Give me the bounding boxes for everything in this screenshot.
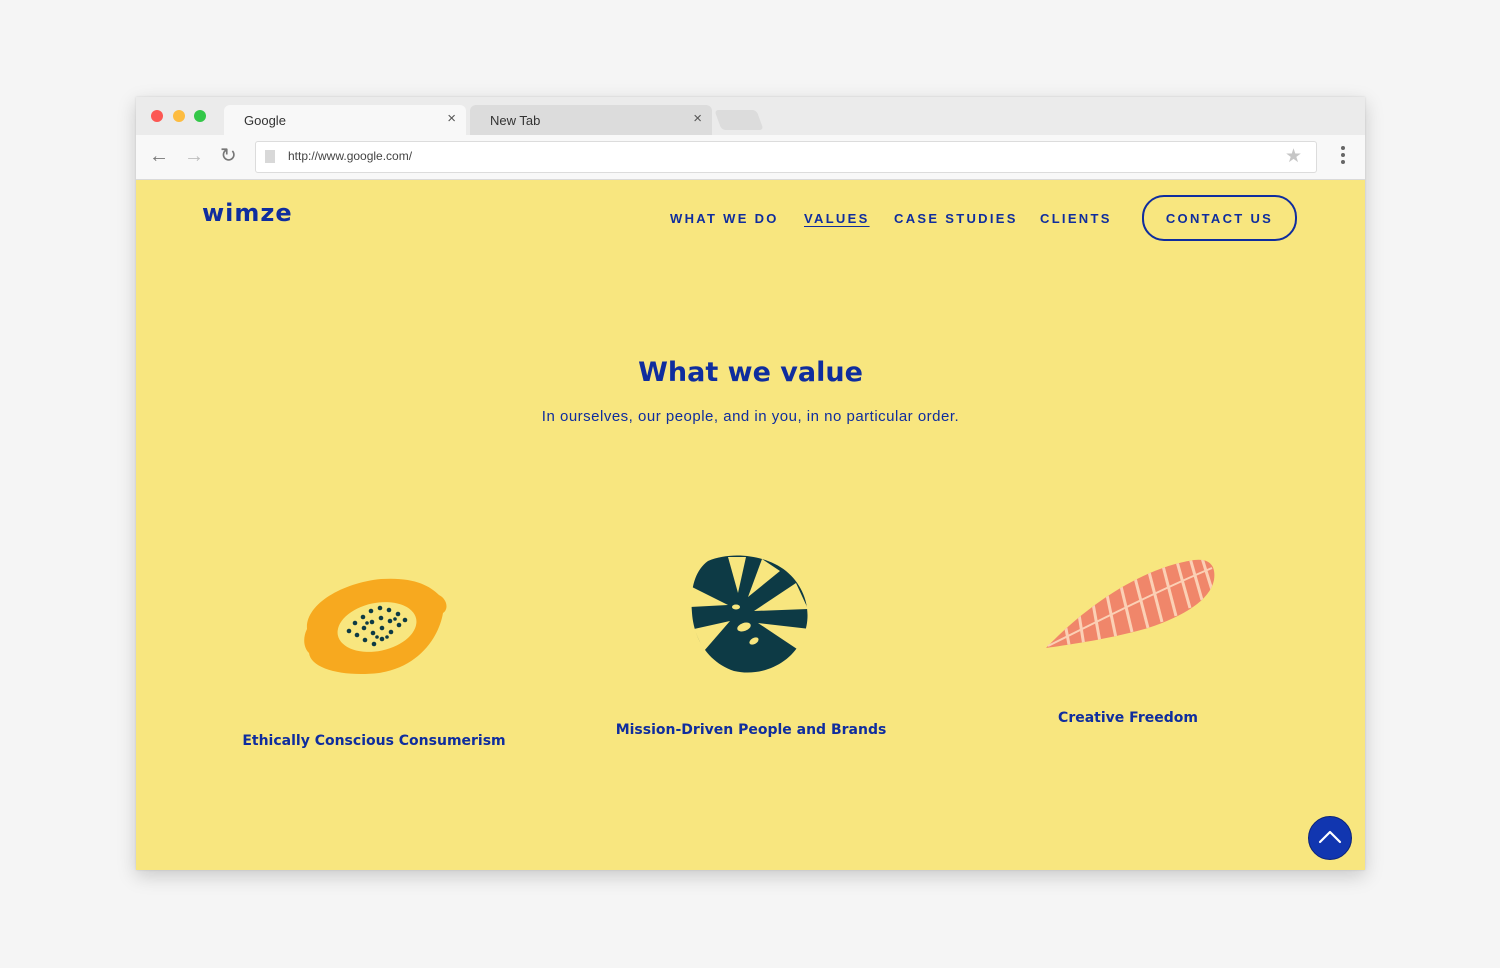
- nav-values[interactable]: VALUES: [804, 211, 870, 226]
- monstera-leaf-icon: [690, 555, 810, 673]
- tab-bar: Google × New Tab ×: [136, 97, 1365, 135]
- website-content: wimze WHAT WE DO VALUES CASE STUDIES CLI…: [136, 180, 1365, 870]
- maximize-window-button[interactable]: [194, 110, 206, 122]
- close-window-button[interactable]: [151, 110, 163, 122]
- value-card-mission-driven: [688, 553, 814, 679]
- contact-us-button[interactable]: CONTACT US: [1142, 195, 1297, 241]
- url-text[interactable]: http://www.google.com/: [288, 149, 412, 163]
- address-bar[interactable]: http://www.google.com/ ★: [255, 141, 1317, 173]
- page-icon: [265, 150, 275, 163]
- feather-leaf-icon: [1046, 559, 1215, 648]
- minimize-window-button[interactable]: [173, 110, 185, 122]
- chevron-up-icon: [1318, 830, 1342, 844]
- site-logo[interactable]: wimze: [202, 199, 293, 227]
- bookmark-star-icon[interactable]: ★: [1285, 145, 1302, 168]
- papaya-icon: [304, 578, 447, 675]
- back-arrow-icon[interactable]: ←: [149, 145, 169, 167]
- nav-case-studies[interactable]: CASE STUDIES: [894, 211, 1018, 226]
- tab-google[interactable]: Google ×: [224, 105, 466, 135]
- value-card-ethically-conscious: [301, 577, 449, 679]
- value-card-creative-freedom: [1044, 558, 1216, 650]
- close-icon[interactable]: ×: [447, 110, 456, 127]
- section-subheading: In ourselves, our people, and in you, in…: [541, 408, 960, 425]
- reload-icon[interactable]: ↻: [220, 145, 237, 167]
- kebab-menu-icon[interactable]: [1341, 146, 1345, 167]
- browser-toolbar: ← → ↻ http://www.google.com/ ★: [136, 135, 1365, 180]
- close-icon[interactable]: ×: [693, 110, 702, 127]
- section-heading: What we value: [638, 357, 863, 388]
- scroll-to-top-button[interactable]: [1308, 816, 1352, 860]
- tab-title: Google: [244, 113, 286, 128]
- forward-arrow-icon[interactable]: →: [184, 145, 204, 167]
- new-tab-button[interactable]: [714, 110, 764, 130]
- tab-new-tab[interactable]: New Tab ×: [470, 105, 712, 135]
- browser-window: Google × New Tab × ← → ↻ http://www.goog…: [136, 97, 1365, 870]
- value-label: Ethically Conscious Consumerism: [242, 733, 506, 749]
- nav-clients[interactable]: CLIENTS: [1040, 211, 1112, 226]
- value-label: Mission-Driven People and Brands: [615, 722, 887, 738]
- value-label: Creative Freedom: [1058, 710, 1198, 726]
- nav-what-we-do[interactable]: WHAT WE DO: [670, 211, 779, 226]
- new-tab-shape: [714, 110, 764, 130]
- tab-title: New Tab: [490, 113, 541, 128]
